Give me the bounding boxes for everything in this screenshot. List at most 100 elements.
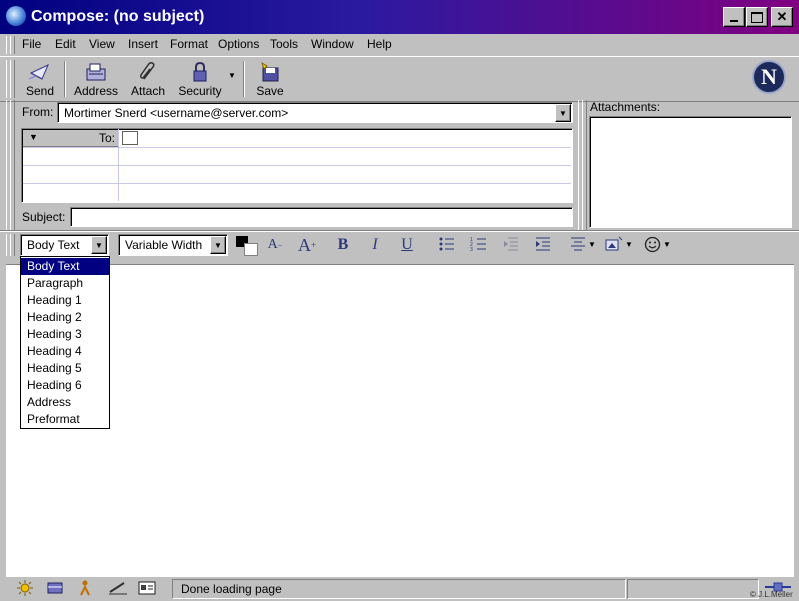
style-option[interactable]: Heading 4	[21, 343, 109, 360]
smiley-icon[interactable]	[644, 236, 661, 253]
style-option[interactable]: Heading 1	[21, 292, 109, 309]
toolbar-separator	[64, 61, 66, 97]
align-center-icon[interactable]	[570, 236, 586, 252]
smiley-dropdown-icon[interactable]: ▼	[663, 240, 671, 249]
paragraph-style-dropdown-icon[interactable]: ▼	[91, 236, 107, 254]
style-option[interactable]: Body Text	[21, 258, 109, 275]
bulleted-list-icon[interactable]	[438, 236, 456, 252]
grid-line	[23, 183, 571, 184]
close-button[interactable]: ✕	[771, 7, 793, 27]
security-label: Security	[178, 84, 222, 98]
address-book-status-icon[interactable]	[138, 580, 156, 596]
to-label: To:	[98, 131, 115, 145]
compose-page-icon[interactable]	[108, 580, 128, 596]
address-type-arrow-icon: ▼	[29, 132, 38, 142]
send-icon	[28, 63, 49, 80]
minimize-icon	[730, 20, 738, 22]
style-option[interactable]: Heading 6	[21, 377, 109, 394]
attach-label: Attach	[130, 84, 166, 98]
address-button[interactable]: Address	[74, 59, 118, 99]
recipients-list[interactable]: ▼ To:	[21, 128, 573, 203]
from-label: From:	[22, 105, 54, 119]
paragraph-style-value: Body Text	[27, 238, 80, 252]
toolbar-grip-2[interactable]	[10, 60, 15, 98]
header-grip-2[interactable]	[10, 100, 15, 230]
window-title: Compose: (no subject)	[31, 8, 205, 25]
bold-button[interactable]: B	[335, 235, 351, 255]
style-option[interactable]: Heading 3	[21, 326, 109, 343]
send-button[interactable]: Send	[22, 59, 58, 99]
from-dropdown-icon[interactable]: ▼	[555, 104, 571, 122]
menu-help[interactable]: Help	[367, 37, 392, 51]
pane-splitter-2[interactable]	[582, 100, 587, 230]
decrease-font-size-icon[interactable]: A −	[266, 235, 284, 255]
address-type-select[interactable]: ▼ To:	[23, 130, 119, 147]
credit-text: © J.L.Meller	[750, 590, 793, 599]
title-bar[interactable]: Compose: (no subject) ✕	[0, 0, 799, 34]
close-icon: ✕	[776, 9, 788, 24]
status-text: Done loading page	[181, 582, 282, 596]
menu-tools[interactable]: Tools	[270, 37, 298, 51]
paperclip-icon	[140, 62, 155, 80]
font-select[interactable]: Variable Width ▼	[118, 234, 228, 256]
menubar-grip-2[interactable]	[10, 36, 15, 54]
menu-format[interactable]: Format	[170, 37, 208, 51]
format-bar-border-light	[0, 231, 799, 232]
numbered-list-icon[interactable]: 123	[470, 236, 488, 252]
style-option[interactable]: Heading 2	[21, 309, 109, 326]
grid-line	[23, 165, 571, 166]
lock-icon	[193, 61, 207, 82]
underline-button[interactable]: U	[399, 235, 415, 255]
alignment-dropdown-icon[interactable]: ▼	[588, 240, 596, 249]
main-toolbar: Send Address Attach Security ▼ Save N	[0, 56, 799, 102]
style-option[interactable]: Preformat	[21, 411, 109, 428]
style-option[interactable]: Heading 5	[21, 360, 109, 377]
body-left-frame	[0, 258, 6, 576]
menu-insert[interactable]: Insert	[128, 37, 158, 51]
save-icon	[261, 61, 279, 82]
contact-card-icon[interactable]	[122, 131, 138, 145]
status-progress-panel	[627, 579, 759, 599]
security-button[interactable]: Security	[176, 59, 224, 99]
insert-object-icon[interactable]	[605, 236, 623, 252]
font-dropdown-icon[interactable]: ▼	[210, 236, 226, 254]
subject-input[interactable]	[70, 207, 573, 227]
menu-window[interactable]: Window	[311, 37, 354, 51]
from-select[interactable]: Mortimer Snerd <username@server.com> ▼	[57, 102, 573, 123]
send-label: Send	[25, 84, 55, 98]
attach-button[interactable]: Attach	[128, 59, 168, 99]
security-dropdown-arrow-icon[interactable]: ▼	[228, 71, 236, 80]
paragraph-style-select[interactable]: Body Text ▼	[20, 234, 109, 256]
netscape-logo-icon[interactable]: N	[752, 60, 786, 94]
menu-file[interactable]: File	[22, 37, 41, 51]
menu-edit[interactable]: Edit	[55, 37, 76, 51]
mailbox-icon[interactable]	[46, 580, 64, 596]
format-grip-2[interactable]	[10, 234, 15, 256]
outdent-icon[interactable]	[502, 236, 520, 252]
style-option[interactable]: Address	[21, 394, 109, 411]
menu-options[interactable]: Options	[218, 37, 259, 51]
address-label: Address	[74, 84, 119, 98]
insert-dropdown-icon[interactable]: ▼	[625, 240, 633, 249]
navigator-icon[interactable]	[16, 579, 34, 597]
attachments-list[interactable]	[589, 116, 792, 228]
minimize-button[interactable]	[723, 7, 745, 27]
maximize-button[interactable]	[746, 7, 768, 27]
paragraph-style-listbox[interactable]: Body Text Paragraph Heading 1 Heading 2 …	[20, 256, 110, 429]
menu-view[interactable]: View	[89, 37, 115, 51]
save-button[interactable]: Save	[252, 59, 288, 99]
save-label: Save	[256, 84, 284, 98]
toolbar-separator-2	[243, 61, 245, 97]
address-book-icon	[86, 63, 106, 81]
style-option[interactable]: Paragraph	[21, 275, 109, 292]
background-color-icon[interactable]	[244, 243, 258, 256]
italic-button[interactable]: I	[367, 235, 383, 255]
message-body[interactable]	[6, 264, 794, 577]
maximize-icon	[751, 11, 763, 23]
indent-icon[interactable]	[534, 236, 552, 252]
recipient-row[interactable]	[120, 148, 570, 164]
font-value: Variable Width	[125, 238, 203, 252]
increase-font-size-icon[interactable]: A +	[296, 235, 318, 255]
composer-icon[interactable]	[78, 579, 92, 597]
app-icon[interactable]	[6, 6, 26, 26]
